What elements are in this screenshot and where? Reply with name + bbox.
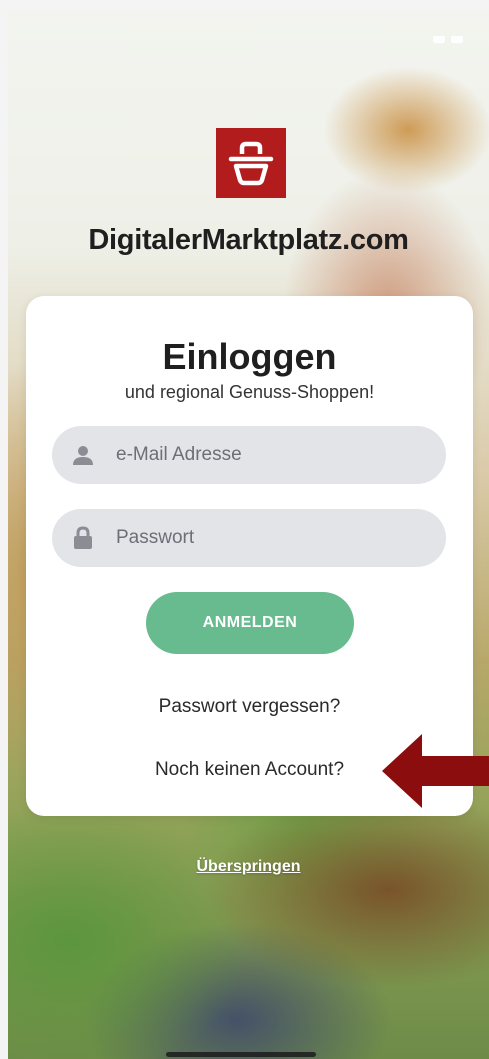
forgot-password-link[interactable]: Passwort vergessen? xyxy=(26,696,473,718)
email-field[interactable] xyxy=(52,426,446,484)
email-input[interactable] xyxy=(114,434,418,476)
wifi-icon xyxy=(433,36,445,43)
battery-icon xyxy=(451,36,463,43)
login-screen: DigitalerMarktplatz.com Einloggen und re… xyxy=(8,10,489,1059)
password-input[interactable] xyxy=(114,517,418,559)
basket-icon xyxy=(216,128,286,198)
login-title: Einloggen xyxy=(162,336,337,377)
user-icon xyxy=(70,442,96,468)
password-field[interactable] xyxy=(52,509,446,567)
login-button[interactable]: ANMELDEN xyxy=(146,592,354,654)
arrow-left-icon xyxy=(382,734,489,813)
brand-name: DigitalerMarktplatz.com xyxy=(88,224,409,256)
login-subtitle: und regional Genuss-Shoppen! xyxy=(124,382,375,402)
lock-icon xyxy=(70,525,96,551)
status-bar-icons xyxy=(433,36,463,43)
home-indicator xyxy=(166,1052,316,1057)
skip-link[interactable]: Überspringen xyxy=(8,858,489,876)
